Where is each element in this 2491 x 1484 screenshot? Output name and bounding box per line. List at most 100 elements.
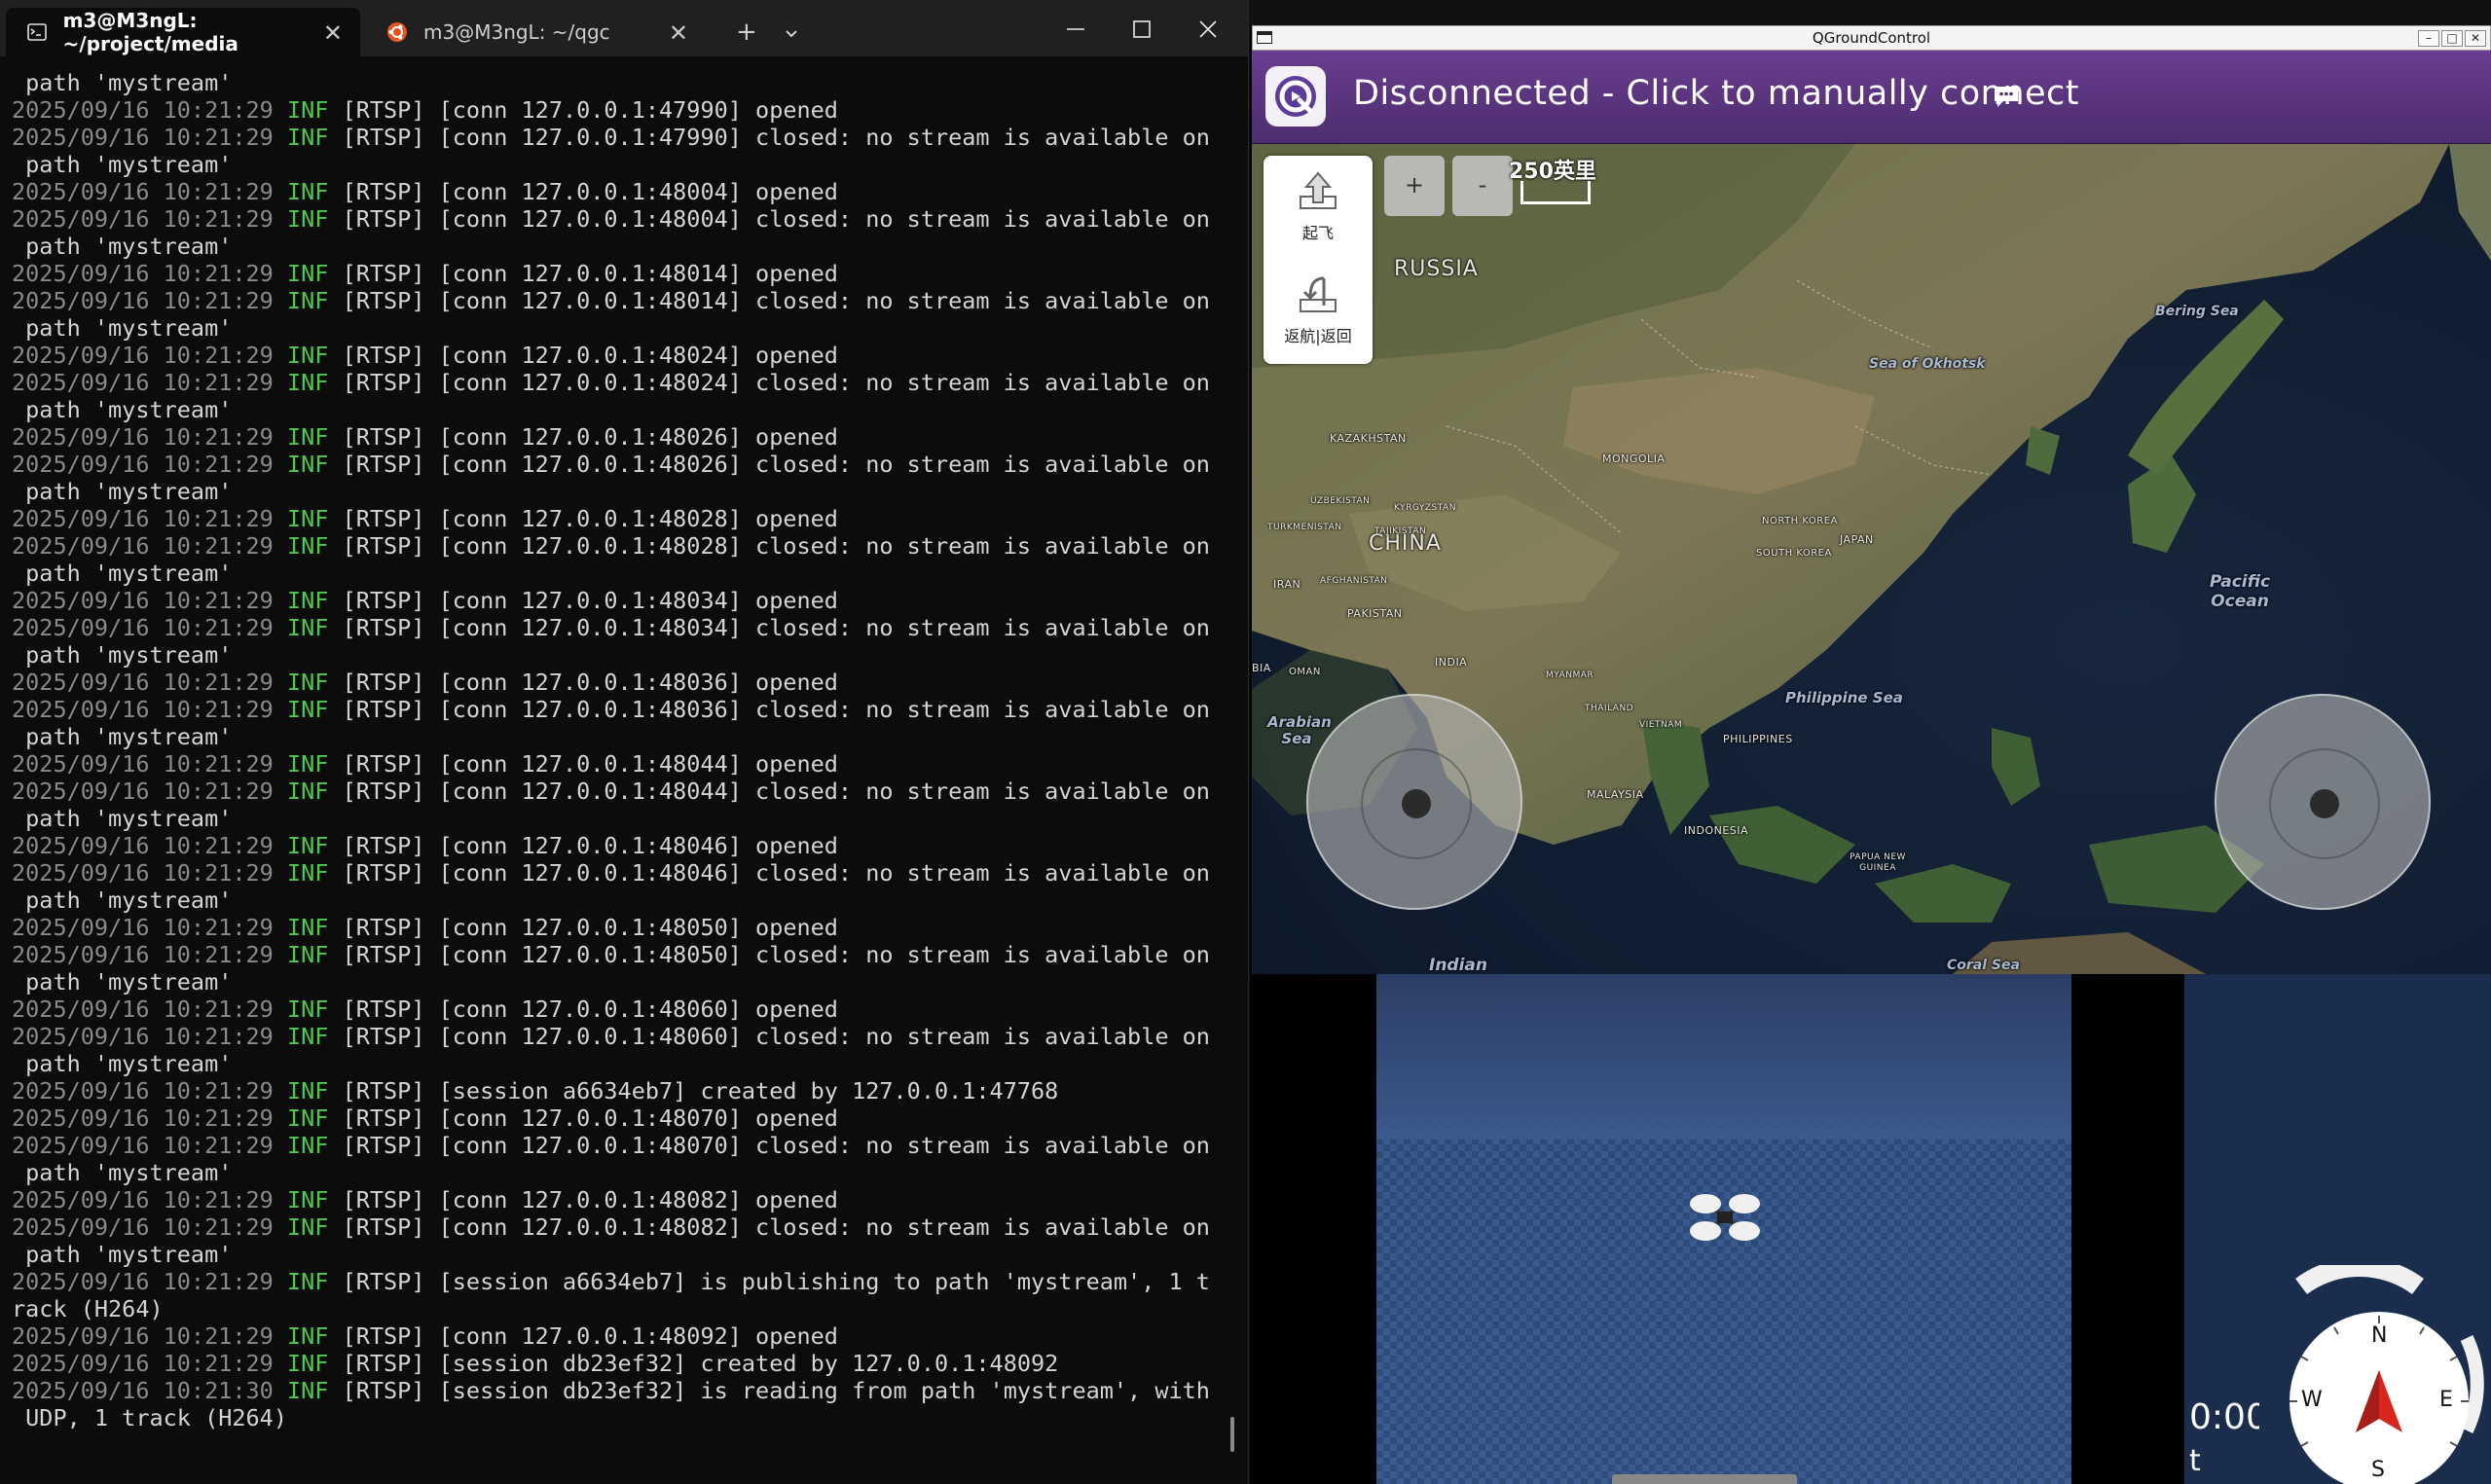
map-label-sea-of-okhotsk: Sea of Okhotsk [1869, 356, 1986, 372]
terminal-line: path 'mystream' [12, 1050, 1228, 1077]
log-message: path 'mystream' [12, 560, 233, 587]
log-message: [RTSP] [session db23ef32] is reading fro… [342, 1377, 1210, 1404]
takeoff-icon [1300, 171, 1337, 209]
log-level: INF [286, 96, 329, 124]
qgc-logo-icon[interactable] [1265, 66, 1326, 127]
log-timestamp: 2025/09/16 10:21:29 [12, 1350, 274, 1377]
map-scale-bar [1520, 181, 1591, 204]
terminal-line: path 'mystream' [12, 233, 1228, 260]
map-label-tajikistan: TAJIKISTAN [1374, 526, 1427, 536]
qgc-titlebar: QGroundControl – □ ✕ [1252, 25, 2491, 51]
zoom-in-button[interactable]: + [1384, 156, 1445, 216]
qgc-window: QGroundControl – □ ✕ Disconnected - Clic… [1250, 0, 2491, 1484]
ubuntu-icon [386, 21, 408, 43]
log-level: INF [286, 1213, 329, 1241]
log-message: [RTSP] [session a6634eb7] is publishing … [342, 1268, 1210, 1295]
terminal-line: 2025/09/16 10:21:29 INF [RTSP] [conn 127… [12, 532, 1228, 560]
log-message: [RTSP] [session db23ef32] created by 127… [342, 1350, 1059, 1377]
log-level: INF [286, 124, 329, 151]
joystick-knob[interactable] [2310, 789, 2339, 818]
map-label-coral-sea: Coral Sea [1947, 958, 2020, 973]
messages-icon[interactable] [1992, 84, 2021, 109]
minimize-button[interactable] [1051, 10, 1100, 49]
log-message: path 'mystream' [12, 723, 233, 750]
video-stream-frame [1376, 974, 2071, 1484]
tab-project-media[interactable]: m3@M3ngL: ~/project/media ✕ [6, 8, 360, 56]
minimize-button[interactable]: – [2418, 30, 2439, 47]
window-title: QGroundControl [1812, 29, 1931, 47]
tab-dropdown-chevron-icon[interactable] [785, 23, 798, 44]
log-message: [RTSP] [conn 127.0.0.1:48082] closed: no… [342, 1213, 1210, 1241]
log-timestamp: 2025/09/16 10:21:29 [12, 1023, 274, 1050]
map-label-thailand: THAILAND [1585, 704, 1634, 713]
log-message: [RTSP] [conn 127.0.0.1:48050] opened [342, 914, 838, 941]
terminal-line: 2025/09/16 10:21:29 INF [RTSP] [conn 127… [12, 614, 1228, 641]
log-message: path 'mystream' [12, 805, 233, 832]
map-label-philippine-sea: Philippine Sea [1785, 689, 1903, 706]
map-label-uzbekistan: UZBEKISTAN [1310, 496, 1371, 506]
log-level: INF [286, 205, 329, 233]
map-label-indonesia: INDONESIA [1684, 824, 1749, 837]
log-timestamp: 2025/09/16 10:21:29 [12, 505, 274, 532]
log-message: path 'mystream' [12, 314, 233, 342]
return-icon [1300, 276, 1337, 312]
return-button[interactable]: 返航|返回 [1264, 259, 1373, 356]
log-level: INF [286, 750, 329, 778]
log-level: INF [286, 451, 329, 478]
close-button[interactable]: ✕ [2465, 30, 2486, 47]
log-timestamp: 2025/09/16 10:21:29 [12, 369, 274, 396]
window-menu-icon[interactable] [1257, 31, 1272, 44]
video-resize-handle[interactable] [1612, 1474, 1797, 1484]
log-timestamp: 2025/09/16 10:21:30 [12, 1377, 274, 1404]
flight-map[interactable]: RUSSIA KAZAKHSTAN MONGOLIA CHINA UZBEKIS… [1252, 144, 2491, 974]
log-timestamp: 2025/09/16 10:21:29 [12, 1132, 274, 1159]
log-message: [RTSP] [conn 127.0.0.1:48044] opened [342, 750, 838, 778]
new-tab-button[interactable]: + [736, 18, 757, 47]
simulated-drone-scene [1376, 974, 2071, 1484]
log-timestamp: 2025/09/16 10:21:29 [12, 1322, 274, 1350]
log-level: INF [286, 423, 329, 451]
close-tab-icon[interactable]: ✕ [323, 19, 343, 47]
map-label-myanmar: MYANMAR [1546, 670, 1594, 680]
close-tab-icon[interactable]: ✕ [669, 19, 688, 47]
map-label-papua-new-guinea: PAPUA NEW GUINEA [1850, 852, 1906, 873]
tab-qgc[interactable]: m3@M3ngL: ~/qgc ✕ [365, 8, 706, 56]
log-timestamp: 2025/09/16 10:21:29 [12, 995, 274, 1023]
log-timestamp: 2025/09/16 10:21:29 [12, 1186, 274, 1213]
terminal-output[interactable]: path 'mystream' 2025/09/16 10:21:29 INF [… [12, 69, 1228, 1431]
qgc-toolbar: Disconnected - Click to manually connect [1252, 51, 2491, 144]
left-virtual-joystick[interactable] [1306, 694, 1522, 910]
close-button[interactable] [1184, 10, 1232, 49]
terminal-line: path 'mystream' [12, 968, 1228, 995]
maximize-button[interactable]: □ [2441, 30, 2463, 47]
compass-dial [2290, 1265, 2484, 1484]
maximize-button[interactable] [1117, 10, 1166, 49]
right-virtual-joystick[interactable] [2215, 694, 2431, 910]
takeoff-label: 起飞 [1301, 224, 1334, 242]
joystick-knob[interactable] [1402, 789, 1431, 818]
flight-time-label: t [2189, 1444, 2201, 1478]
log-timestamp: 2025/09/16 10:21:29 [12, 1213, 274, 1241]
map-label-mongolia: MONGOLIA [1602, 452, 1666, 465]
terminal-line: 2025/09/16 10:21:29 INF [RTSP] [conn 127… [12, 587, 1228, 614]
log-message: [RTSP] [conn 127.0.0.1:48092] opened [342, 1322, 838, 1350]
return-label: 返航|返回 [1284, 327, 1352, 345]
log-message: [RTSP] [conn 127.0.0.1:48014] closed: no… [342, 287, 1210, 314]
log-timestamp: 2025/09/16 10:21:29 [12, 614, 274, 641]
log-message: [RTSP] [conn 127.0.0.1:47990] closed: no… [342, 124, 1210, 151]
terminal-line: rack (H264) [12, 1295, 1228, 1322]
takeoff-button[interactable]: 起飞 [1264, 156, 1373, 253]
log-timestamp: 2025/09/16 10:21:29 [12, 205, 274, 233]
log-timestamp: 2025/09/16 10:21:29 [12, 532, 274, 560]
connection-status[interactable]: Disconnected - Click to manually connect [1353, 74, 2079, 113]
log-level: INF [286, 178, 329, 205]
log-level: INF [286, 914, 329, 941]
log-timestamp: 2025/09/16 10:21:29 [12, 423, 274, 451]
log-timestamp: 2025/09/16 10:21:29 [12, 914, 274, 941]
log-level: INF [286, 1077, 329, 1104]
map-label-pacific-ocean: Pacific Ocean [2209, 572, 2271, 611]
terminal-scrollbar[interactable] [1230, 1417, 1234, 1452]
terminal-line: 2025/09/16 10:21:29 INF [RTSP] [conn 127… [12, 96, 1228, 124]
terminal-line: path 'mystream' [12, 641, 1228, 669]
zoom-out-button[interactable]: - [1452, 156, 1513, 216]
